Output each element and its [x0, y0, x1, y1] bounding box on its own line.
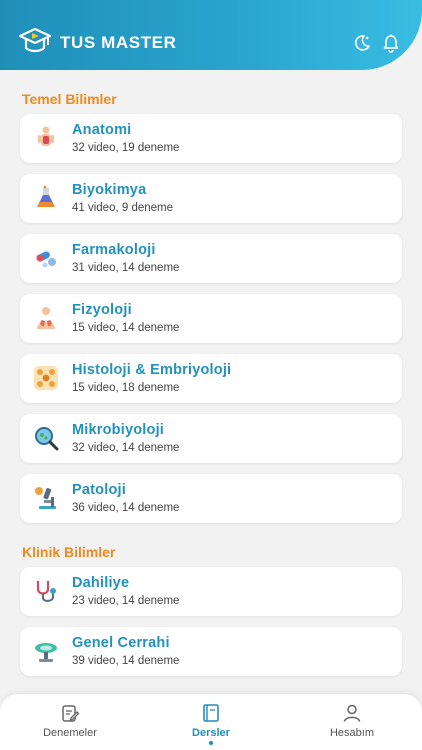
cells-icon	[34, 366, 58, 390]
course-meta: 32 video, 19 deneme	[72, 142, 180, 154]
course-meta: 32 video, 14 deneme	[72, 442, 180, 454]
microscope-icon	[35, 487, 56, 509]
tab-label: Hesabım	[329, 727, 375, 739]
app-title: TUS MASTER	[60, 33, 177, 52]
app-header: TUS MASTER	[0, 0, 422, 70]
course-meta: 39 video, 14 deneme	[72, 655, 180, 667]
course-meta: 15 video, 14 deneme	[72, 322, 180, 334]
tab-dersler[interactable]: Dersler	[141, 694, 281, 750]
course-meta: 41 video, 9 deneme	[72, 202, 174, 214]
course-meta: 31 video, 14 deneme	[72, 262, 180, 274]
course-card-genel-cerrahi[interactable]: Genel Cerrahi 39 video, 14 deneme	[20, 627, 402, 676]
course-name: Anatomi	[72, 122, 132, 138]
stethoscope-icon	[36, 581, 56, 602]
course-card-farmakoloji[interactable]: Farmakoloji 31 video, 14 deneme	[20, 234, 402, 283]
tab-hesabim[interactable]: Hesabım	[282, 694, 422, 750]
section-title-temel-bilimler: Temel Bilimler	[22, 91, 117, 107]
course-name: Dahiliye	[72, 575, 130, 591]
lungs-body-icon	[37, 307, 55, 329]
tab-label: Denemeler	[43, 727, 97, 739]
course-card-anatomi[interactable]: Anatomi 32 video, 19 deneme	[20, 114, 402, 163]
course-name: Fizyoloji	[72, 302, 132, 318]
exam-icon	[62, 705, 80, 722]
active-tab-indicator	[209, 741, 213, 745]
course-name: Patoloji	[72, 482, 126, 498]
course-name: Farmakoloji	[72, 242, 156, 258]
course-card-biyokimya[interactable]: Biyokimya 41 video, 9 deneme	[20, 174, 402, 223]
course-card-dahiliye[interactable]: Dahiliye 23 video, 14 deneme	[20, 567, 402, 616]
course-meta: 36 video, 14 deneme	[72, 502, 180, 514]
dark-mode-moon-icon[interactable]	[352, 33, 372, 53]
magnifier-bacteria-icon	[35, 427, 59, 451]
course-name: Genel Cerrahi	[72, 635, 170, 651]
course-card-patoloji[interactable]: Patoloji 36 video, 14 deneme	[20, 474, 402, 523]
course-name: Mikrobiyoloji	[72, 422, 165, 438]
notification-bell-icon[interactable]	[381, 33, 401, 53]
course-name: Biyokimya	[72, 182, 147, 198]
course-meta: 23 video, 14 deneme	[72, 595, 180, 607]
course-meta: 15 video, 18 deneme	[72, 382, 180, 394]
pills-icon	[36, 251, 56, 268]
bottom-tab-bar: Denemeler Dersler Hesabım	[0, 694, 422, 750]
user-icon	[343, 704, 361, 722]
tab-denemeler[interactable]: Denemeler	[0, 694, 140, 750]
course-card-fizyoloji[interactable]: Fizyoloji 15 video, 14 deneme	[20, 294, 402, 343]
flask-icon	[37, 185, 55, 207]
surgery-lamp-icon	[35, 643, 57, 662]
graduation-cap-logo-icon	[18, 27, 52, 53]
section-title-klinik-bilimler: Klinik Bilimler	[22, 544, 116, 560]
course-card-mikrobiyoloji[interactable]: Mikrobiyoloji 32 video, 14 deneme	[20, 414, 402, 463]
book-icon	[203, 704, 219, 722]
course-name: Histoloji & Embriyoloji	[72, 362, 232, 378]
tab-label: Dersler	[192, 727, 230, 739]
anatomy-body-icon	[38, 126, 54, 146]
course-card-histoloji-embriyoloji[interactable]: Histoloji & Embriyoloji 15 video, 18 den…	[20, 354, 402, 403]
